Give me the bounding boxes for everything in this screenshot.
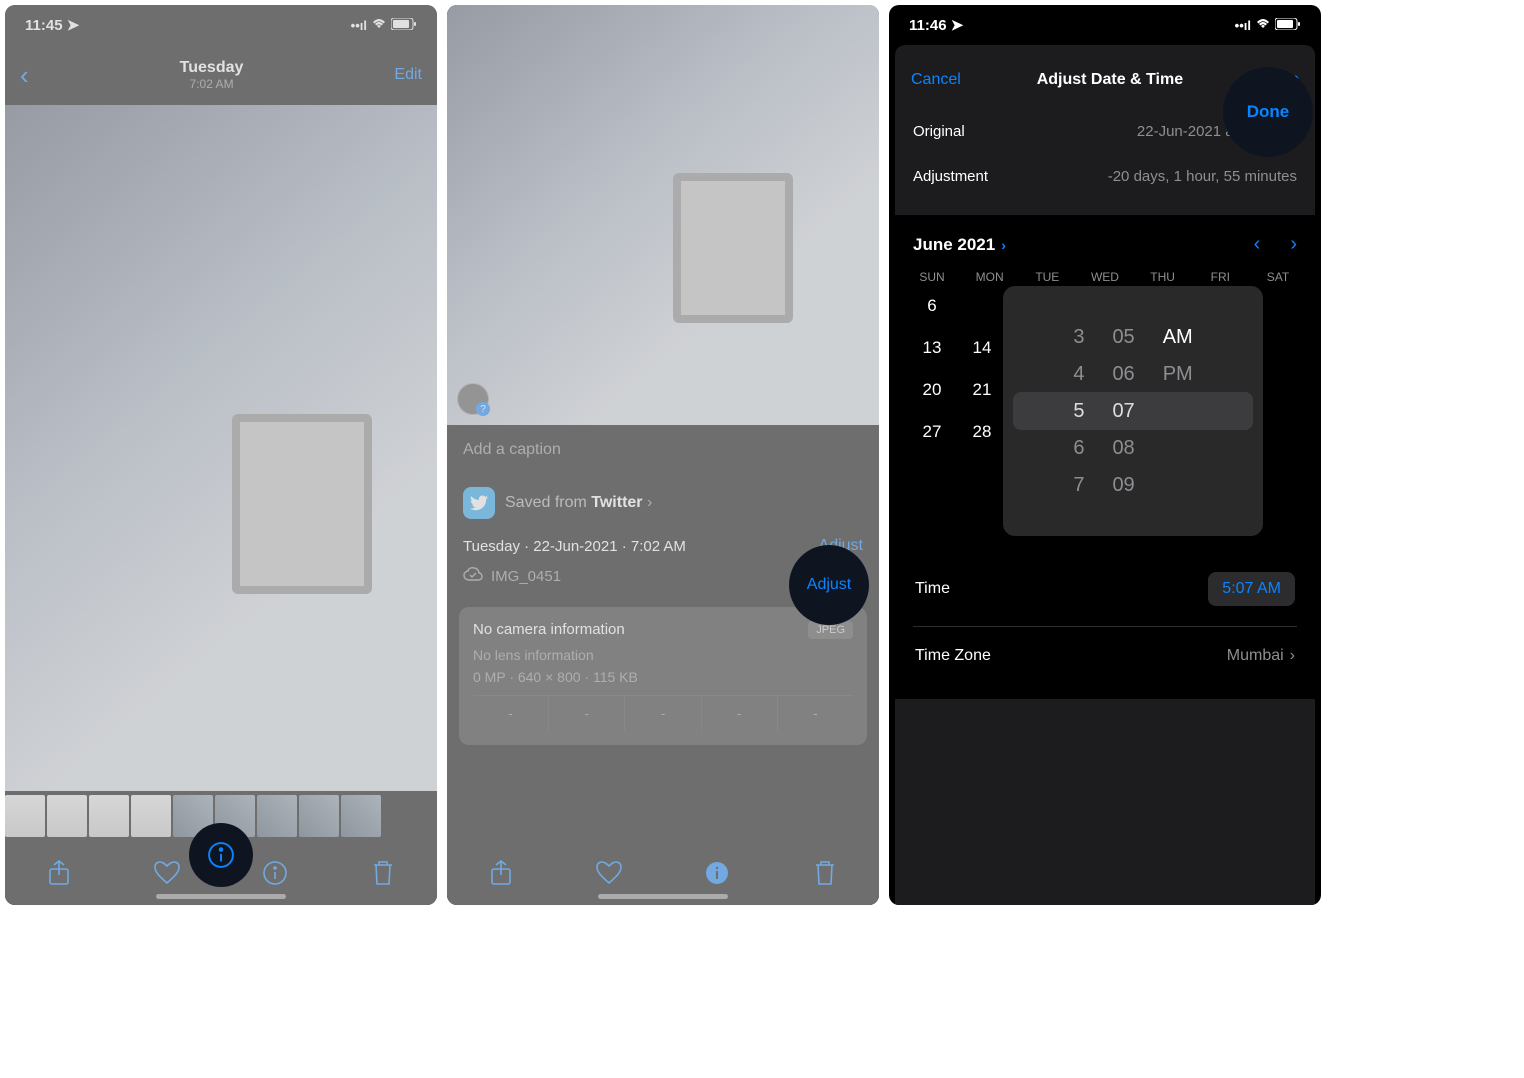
back-button[interactable]: ‹ xyxy=(20,60,29,91)
next-month-button[interactable]: › xyxy=(1290,233,1297,256)
unknown-person-icon: ? xyxy=(476,402,490,416)
signal-icon: ••ıl xyxy=(1235,18,1251,33)
ampm-wheel[interactable]: AM PM xyxy=(1163,326,1193,497)
twitter-icon xyxy=(463,487,495,519)
favorite-icon[interactable] xyxy=(594,858,624,888)
time-picker-wheel[interactable]: 3 4 5 6 7 05 06 07 08 09 xyxy=(1003,286,1263,536)
calendar-picker: June 2021 › ‹ › SUN MON TUE WED THU FRI … xyxy=(895,215,1315,699)
thumbnail[interactable] xyxy=(341,795,381,837)
cloud-icon xyxy=(463,567,483,585)
adjustment-value: -20 days, 1 hour, 55 minutes xyxy=(1108,168,1297,185)
original-label: Original xyxy=(913,123,965,140)
highlight-done-button: Done xyxy=(1223,67,1313,157)
camera-info-title: No camera information xyxy=(473,621,625,639)
chevron-right-icon: › xyxy=(1290,647,1295,665)
exif-cell: - xyxy=(778,696,853,731)
lens-info: No lens information xyxy=(473,647,853,663)
photo-image xyxy=(5,105,437,791)
status-indicators: ••ıl xyxy=(351,18,417,33)
photo-viewer-small[interactable]: ? xyxy=(447,5,879,425)
thumbnail[interactable] xyxy=(299,795,339,837)
time-label: Time xyxy=(915,580,950,598)
battery-icon xyxy=(1275,18,1301,33)
screen-2-photo-info: ? Add a caption Saved from Twitter › Tue… xyxy=(447,5,879,905)
camera-info-card: No camera information JPEG No lens infor… xyxy=(459,607,867,745)
status-bar: 11:45 ➤ ••ıl xyxy=(5,5,437,45)
highlight-adjust-button: Adjust xyxy=(789,545,869,625)
timezone-label: Time Zone xyxy=(915,647,991,665)
timezone-value: Mumbai › xyxy=(1227,647,1295,665)
time-value-button[interactable]: 5:07 AM xyxy=(1208,572,1295,606)
date-cell[interactable]: 28 xyxy=(963,422,1001,442)
exif-cell: - xyxy=(702,696,778,731)
caption-input[interactable]: Add a caption xyxy=(447,425,879,475)
status-bar: 11:46 ➤ ••ıl xyxy=(889,5,1321,45)
thumbnail[interactable] xyxy=(131,795,171,837)
status-time: 11:46 ➤ xyxy=(909,16,963,34)
prev-month-button[interactable]: ‹ xyxy=(1254,233,1261,256)
thumbnail[interactable] xyxy=(89,795,129,837)
exif-stat-row: - - - - - xyxy=(473,695,853,731)
delete-icon[interactable] xyxy=(810,858,840,888)
exif-cell: - xyxy=(549,696,625,731)
hour-wheel[interactable]: 3 4 5 6 7 xyxy=(1073,326,1084,497)
nav-title: Tuesday xyxy=(29,59,395,77)
detected-person-avatar[interactable]: ? xyxy=(457,383,489,415)
info-icon-active[interactable] xyxy=(702,858,732,888)
modal-title: Adjust Date & Time xyxy=(1037,71,1183,89)
calendar-body: 6 13 14 20 21 27 28 3 4 5 6 7 xyxy=(913,296,1297,556)
share-icon[interactable] xyxy=(44,858,74,888)
photo-viewer[interactable] xyxy=(5,105,437,791)
wifi-icon xyxy=(1255,18,1271,33)
thumbnail[interactable] xyxy=(257,795,297,837)
wifi-icon xyxy=(371,18,387,33)
edit-button[interactable]: Edit xyxy=(394,66,422,84)
minute-wheel[interactable]: 05 06 07 08 09 xyxy=(1112,326,1134,497)
calendar-nav: ‹ › xyxy=(1254,233,1297,256)
thumbnail[interactable] xyxy=(5,795,45,837)
status-indicators: ••ıl xyxy=(1235,18,1301,33)
info-icon[interactable] xyxy=(260,858,290,888)
thumbnail[interactable] xyxy=(47,795,87,837)
home-indicator[interactable] xyxy=(156,894,286,899)
sheet-grabber-area xyxy=(895,45,1315,55)
adjustment-label: Adjustment xyxy=(913,168,988,185)
home-indicator[interactable] xyxy=(598,894,728,899)
calendar-header: June 2021 › ‹ › xyxy=(913,233,1297,256)
adjustment-row: Adjustment -20 days, 1 hour, 55 minutes xyxy=(913,154,1297,199)
date-cell[interactable]: 6 xyxy=(913,296,951,316)
signal-icon: ••ıl xyxy=(351,18,367,33)
date-cell[interactable]: 27 xyxy=(913,422,951,442)
datetime-text: Tuesday · 22-Jun-2021 · 7:02 AM xyxy=(463,538,686,555)
chevron-right-icon: › xyxy=(1001,237,1006,253)
exif-cell: - xyxy=(625,696,701,731)
source-row[interactable]: Saved from Twitter › xyxy=(447,475,879,531)
exif-cell: - xyxy=(473,696,549,731)
nav-subtitle: 7:02 AM xyxy=(29,77,395,91)
timezone-row[interactable]: Time Zone Mumbai › xyxy=(913,631,1297,681)
source-text: Saved from Twitter › xyxy=(505,494,652,512)
location-icon: ➤ xyxy=(67,17,80,34)
highlight-info-button xyxy=(189,823,253,887)
nav-bar: ‹ Tuesday 7:02 AM Edit xyxy=(5,45,437,105)
date-cell[interactable]: 21 xyxy=(963,380,1001,400)
month-selector[interactable]: June 2021 › xyxy=(913,235,1006,255)
date-cell[interactable]: 13 xyxy=(913,338,951,358)
filename-text: IMG_0451 xyxy=(491,568,561,585)
status-time: 11:45 ➤ xyxy=(25,16,79,34)
delete-icon[interactable] xyxy=(368,858,398,888)
weekday-labels: SUN MON TUE WED THU FRI SAT xyxy=(913,270,1297,284)
battery-icon xyxy=(391,18,417,33)
screen-1-photo-detail: 11:45 ➤ ••ıl ‹ Tuesday 7:02 AM Edit xyxy=(5,5,437,905)
date-cell[interactable]: 14 xyxy=(963,338,1001,358)
time-row: Time 5:07 AM xyxy=(913,556,1297,622)
favorite-icon[interactable] xyxy=(152,858,182,888)
file-stats: 0 MP · 640 × 800 · 115 KB xyxy=(473,669,853,685)
screen-3-adjust-datetime: 11:46 ➤ ••ıl Cancel Adjust Date & Time D… xyxy=(889,5,1321,905)
date-cell[interactable] xyxy=(963,296,1001,316)
cancel-button[interactable]: Cancel xyxy=(911,71,961,89)
date-cell[interactable]: 20 xyxy=(913,380,951,400)
nav-title-area: Tuesday 7:02 AM xyxy=(29,59,395,91)
share-icon[interactable] xyxy=(486,858,516,888)
